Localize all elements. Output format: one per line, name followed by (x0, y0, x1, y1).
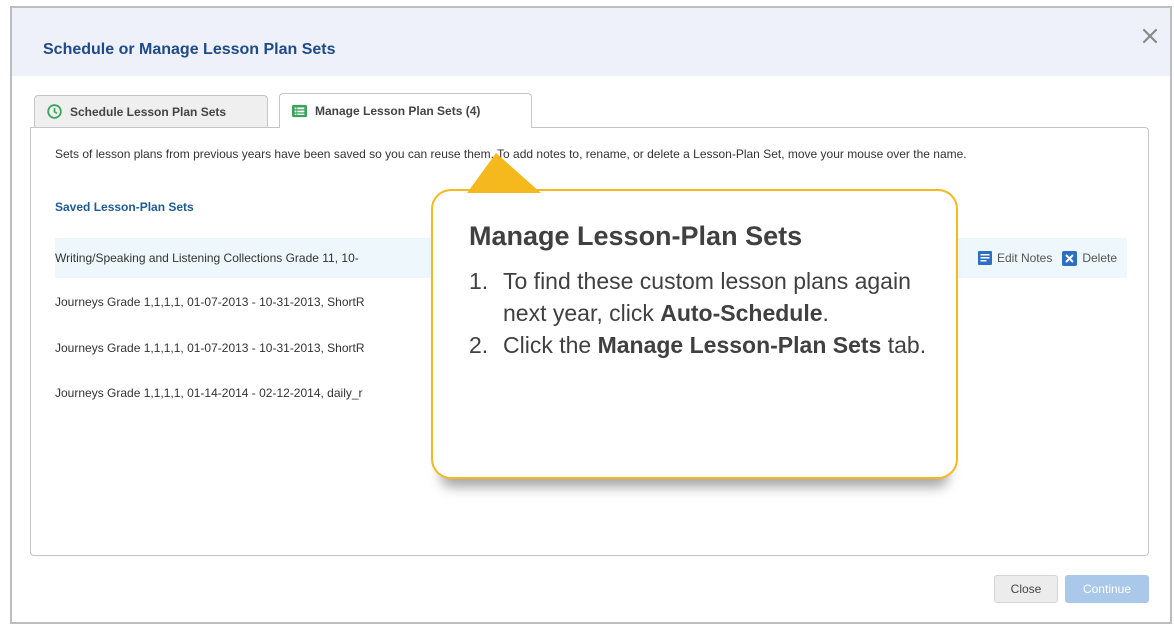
section-title: Saved Lesson-Plan Sets (55, 200, 194, 214)
step-text: To find these custom lesson plans again … (503, 268, 911, 326)
list-icon (292, 104, 307, 119)
lesson-plan-set-name[interactable]: Journeys Grade 1,1,1,1, 01-07-2013 - 10-… (55, 341, 365, 355)
delete-icon (1062, 250, 1078, 266)
tutorial-callout: Manage Lesson-Plan Sets 1. To find these… (431, 189, 958, 479)
tab-label: Schedule Lesson Plan Sets (70, 104, 227, 119)
edit-notes-button[interactable]: Edit Notes (977, 251, 1053, 265)
close-x-icon[interactable] (1140, 26, 1160, 46)
delete-label: Delete (1082, 251, 1117, 265)
tab-manage-lesson-plan-sets[interactable]: Manage Lesson Plan Sets (4) (279, 93, 532, 128)
dialog-header: Schedule or Manage Lesson Plan Sets (12, 8, 1170, 76)
delete-button[interactable]: Delete (1062, 250, 1117, 266)
continue-button[interactable]: Continue (1065, 575, 1149, 603)
row-actions: Edit Notes Delete (968, 238, 1117, 278)
lesson-plan-set-name[interactable]: Writing/Speaking and Listening Collectio… (55, 251, 359, 265)
callout-step: 1. To find these custom lesson plans aga… (469, 265, 939, 329)
step-text: Click the Manage Lesson-Plan Sets tab. (503, 332, 927, 358)
step-number: 2. (469, 332, 489, 358)
callout-title: Manage Lesson-Plan Sets (469, 221, 803, 251)
edit-notes-label: Edit Notes (996, 251, 1053, 265)
notes-icon (977, 251, 992, 265)
tab-label: Manage Lesson Plan Sets (4) (315, 104, 481, 118)
callout-steps: 1. To find these custom lesson plans aga… (469, 265, 939, 361)
step-number: 1. (469, 268, 489, 294)
callout-step: 2. Click the Manage Lesson-Plan Sets tab… (469, 329, 939, 361)
dialog-title: Schedule or Manage Lesson Plan Sets (43, 41, 336, 58)
intro-text: Sets of lesson plans from previous years… (55, 147, 967, 161)
callout-pointer (467, 153, 541, 193)
tab-schedule-lesson-plan-sets[interactable]: Schedule Lesson Plan Sets (34, 95, 268, 127)
lesson-plan-set-name[interactable]: Journeys Grade 1,1,1,1, 01-07-2013 - 10-… (55, 295, 365, 309)
close-button[interactable]: Close (994, 575, 1058, 603)
lesson-plan-set-name[interactable]: Journeys Grade 1,1,1,1, 01-14-2014 - 02-… (55, 386, 363, 400)
clock-icon (47, 104, 62, 119)
